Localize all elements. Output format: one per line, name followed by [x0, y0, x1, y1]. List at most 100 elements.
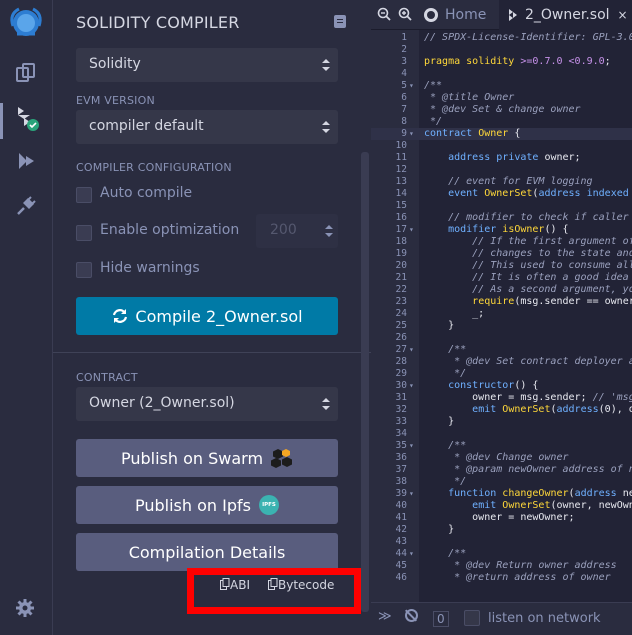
code-line[interactable]: 9 ▾ contract Owner {	[371, 128, 632, 140]
code-line[interactable]: 12	[371, 164, 632, 176]
optimization-runs-input[interactable]: 200	[256, 214, 338, 248]
contract-select[interactable]: Owner (2_Owner.sol)	[76, 387, 338, 421]
line-number: 1	[401, 32, 407, 43]
code-line[interactable]: 29 */	[371, 368, 632, 380]
line-number: 7	[401, 104, 407, 115]
highlight-box	[187, 568, 361, 614]
line-text: owner = msg.sender; // 'msg.sender' is s…	[424, 392, 632, 403]
code-line[interactable]: 21 // It is often a good idea to use 're…	[371, 272, 632, 284]
code-line[interactable]: 23 require(msg.sender == owner, "Caller …	[371, 296, 632, 308]
code-line[interactable]: 37 * @param newOwner address of new owne…	[371, 464, 632, 476]
zoom-in-icon[interactable]	[398, 7, 412, 21]
zoom-out-icon[interactable]	[377, 7, 391, 21]
fold-toggle-icon[interactable]: ▾	[409, 80, 414, 92]
code-line[interactable]: 14 event OwnerSet(address indexed oldOwn…	[371, 188, 632, 200]
solidity-compiler-icon[interactable]	[12, 104, 40, 132]
line-text: // As a second argument, you can also pr…	[472, 284, 632, 295]
fold-toggle-icon[interactable]: ▾	[409, 440, 414, 452]
tab-home[interactable]: Home	[419, 0, 497, 30]
code-line[interactable]: 11 address private owner;	[371, 152, 632, 164]
toggle-terminal-icon[interactable]: ≫	[378, 609, 392, 624]
fold-toggle-icon[interactable]: ▾	[409, 380, 414, 392]
code-line[interactable]: 16 // modifier to check if caller is own…	[371, 212, 632, 224]
code-line[interactable]: 25 }	[371, 320, 632, 332]
code-line[interactable]: 3 pragma solidity >=0.7.0 <0.9.0;	[371, 56, 632, 68]
code-line[interactable]: 10	[371, 140, 632, 152]
enable-optimization-checkbox[interactable]	[76, 225, 92, 241]
code-line[interactable]: 1 // SPDX-License-Identifier: GPL-3.0	[371, 32, 632, 44]
code-line[interactable]: 45 * @dev Return owner address	[371, 560, 632, 572]
docs-icon[interactable]	[334, 15, 346, 28]
code-line[interactable]: 46 * @return address of owner	[371, 572, 632, 584]
fold-toggle-icon[interactable]: ▾	[409, 548, 414, 560]
code-line[interactable]: 24 _;	[371, 308, 632, 320]
evm-version-value: compiler default	[89, 118, 204, 134]
fold-toggle-icon[interactable]: ▾	[409, 224, 414, 236]
code-line[interactable]: 40 emit OwnerSet(owner, newOwner);	[371, 500, 632, 512]
code-line[interactable]: 41 owner = newOwner;	[371, 512, 632, 524]
code-line[interactable]: 26	[371, 332, 632, 344]
code-line[interactable]: 34	[371, 428, 632, 440]
evm-version-select[interactable]: compiler default	[76, 110, 338, 144]
code-line[interactable]: 30 ▾ constructor() {	[371, 380, 632, 392]
code-line[interactable]: 13 // event for EVM logging	[371, 176, 632, 188]
code-line[interactable]: 6 * @title Owner	[371, 92, 632, 104]
line-text: address private owner;	[448, 152, 581, 163]
code-line[interactable]: 5 ▾ /**	[371, 80, 632, 92]
compilation-details-button[interactable]: Compilation Details	[76, 533, 338, 571]
code-line[interactable]: 44 ▾ /**	[371, 548, 632, 560]
tab-home-label: Home	[445, 7, 487, 23]
remix-logo-icon[interactable]	[5, 4, 47, 42]
optimization-runs-value: 200	[270, 222, 297, 238]
code-line[interactable]: 20 // This used to consume all gas in ol…	[371, 260, 632, 272]
code-line[interactable]: 7 * @dev Set & change owner	[371, 104, 632, 116]
line-text: // modifier to check if caller is owner	[448, 212, 629, 223]
auto-compile-checkbox[interactable]	[76, 187, 92, 203]
code-line[interactable]: 33 }	[371, 416, 632, 428]
code-line[interactable]: 32 emit OwnerSet(address(0), owner);	[371, 404, 632, 416]
deploy-run-icon[interactable]	[12, 147, 40, 175]
code-line[interactable]: 15	[371, 200, 632, 212]
file-explorers-icon[interactable]	[12, 59, 40, 87]
code-line[interactable]: 18 // If the first argument of 'require'…	[371, 236, 632, 248]
code-line[interactable]: 36 * @dev Change owner	[371, 452, 632, 464]
code-line[interactable]: 35 ▾ /**	[371, 440, 632, 452]
line-number: 18	[395, 236, 407, 247]
hide-warnings-checkbox[interactable]	[76, 262, 92, 278]
close-tab-icon[interactable]: ×	[618, 8, 628, 22]
code-line[interactable]: 17 ▾ modifier isOwner() {	[371, 224, 632, 236]
code-line[interactable]: 42 }	[371, 524, 632, 536]
contract-label: CONTRACT	[76, 371, 138, 384]
code-line[interactable]: 39▾ function changeOwner(address newOwne…	[371, 488, 632, 500]
code-line[interactable]: 8 */	[371, 116, 632, 128]
line-text: */	[424, 116, 443, 127]
code-line[interactable]: 19 // changes to the state and to Ether …	[371, 248, 632, 260]
line-text: * @dev Return owner address	[424, 560, 617, 571]
code-line[interactable]: 43	[371, 536, 632, 548]
code-line[interactable]: 28 * @dev Set contract deployer as owner	[371, 356, 632, 368]
fold-toggle-icon[interactable]: ▾	[409, 128, 414, 140]
tab-2-owner-sol[interactable]: 2_Owner.sol ×	[499, 0, 632, 30]
compile-button[interactable]: Compile 2_Owner.sol	[76, 297, 338, 335]
code-line[interactable]: 38 */	[371, 476, 632, 488]
code-editor[interactable]: 1 // SPDX-License-Identifier: GPL-3.0 2 3 pr…	[371, 30, 632, 602]
code-line[interactable]: 4	[371, 68, 632, 80]
code-line[interactable]: 27 ▾ /**	[371, 344, 632, 356]
fold-toggle-icon[interactable]: ▾	[409, 344, 414, 356]
listen-network-checkbox[interactable]	[464, 610, 480, 626]
icon-panel	[0, 0, 53, 635]
code-line[interactable]: 2	[371, 44, 632, 56]
gear-icon[interactable]	[15, 598, 35, 622]
line-text: // If the first argument of 'require' ev…	[472, 236, 632, 247]
line-number: 21	[395, 272, 407, 283]
code-line[interactable]: 22 // As a second argument, you can also…	[371, 284, 632, 296]
publish-ipfs-button[interactable]: Publish on Ipfs IPFS	[76, 486, 338, 524]
line-number: 25	[395, 320, 407, 331]
stepper-caret-icon[interactable]	[325, 224, 333, 238]
language-select[interactable]: Solidity	[76, 48, 338, 82]
plugin-manager-icon[interactable]	[12, 192, 40, 220]
publish-swarm-button[interactable]: Publish on Swarm	[76, 439, 338, 477]
fold-toggle-icon[interactable]: ▾	[409, 488, 414, 500]
code-line[interactable]: 31 owner = msg.sender; // 'msg.sender' i…	[371, 392, 632, 404]
panel-scrollbar[interactable]	[361, 152, 369, 612]
